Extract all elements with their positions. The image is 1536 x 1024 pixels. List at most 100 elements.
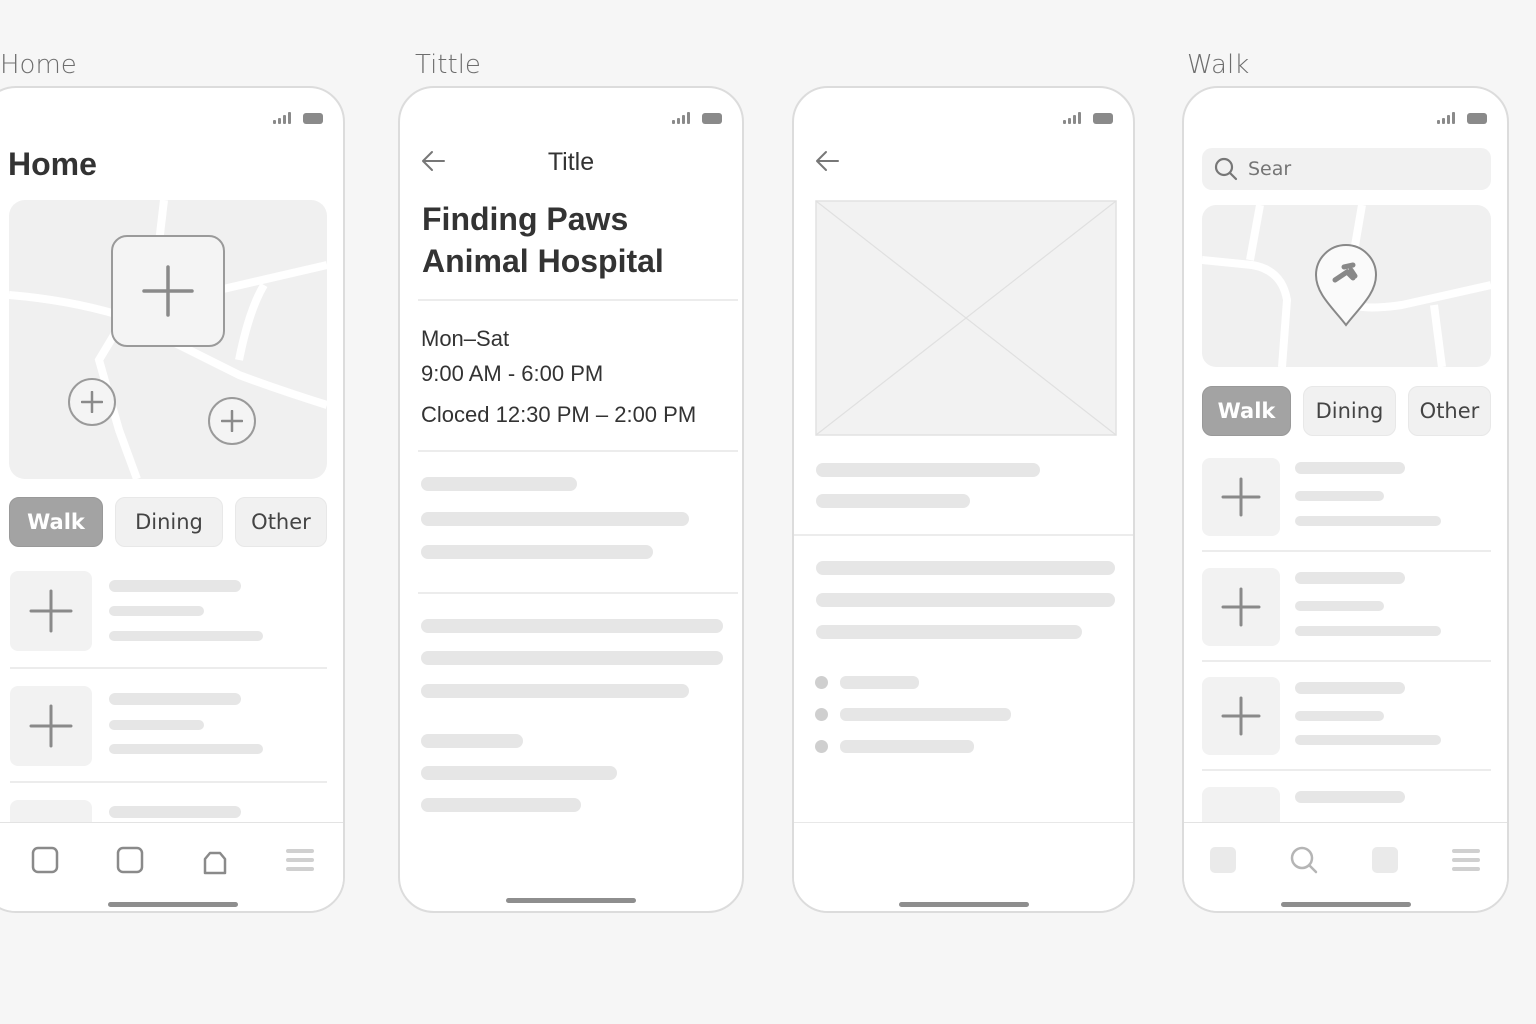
search-bar[interactable] xyxy=(1202,148,1491,190)
divider xyxy=(1202,550,1491,552)
add-pin-button[interactable] xyxy=(208,397,256,445)
phone-home-screen: Home Walk Dining Other xyxy=(0,86,345,913)
menu-icon[interactable] xyxy=(285,845,315,875)
chip-other[interactable]: Other xyxy=(235,497,327,547)
search-icon[interactable] xyxy=(1289,845,1319,875)
skeleton-line xyxy=(109,580,241,592)
skeleton-line xyxy=(1295,462,1405,474)
list-item-thumbnail[interactable] xyxy=(1202,677,1280,755)
status-bar xyxy=(1437,112,1487,124)
nav-title: Title xyxy=(547,148,595,176)
plus-icon xyxy=(1221,696,1261,736)
divider xyxy=(794,534,1133,536)
square-icon[interactable] xyxy=(1210,847,1237,873)
chip-dining[interactable]: Dining xyxy=(115,497,223,547)
signal-icon xyxy=(273,112,291,124)
skeleton-line xyxy=(1295,791,1405,803)
skeleton-line xyxy=(109,720,204,730)
square-icon[interactable] xyxy=(30,845,60,875)
list-item-thumbnail[interactable] xyxy=(1202,458,1280,536)
skeleton-line xyxy=(816,494,970,508)
home-indicator xyxy=(1280,902,1411,907)
skeleton-line xyxy=(421,684,689,698)
place-name: Finding Paws Animal Hospital xyxy=(422,198,664,282)
skeleton-line xyxy=(109,693,241,705)
add-pin-button[interactable] xyxy=(68,378,116,426)
menu-icon[interactable] xyxy=(1451,845,1481,875)
plus-icon xyxy=(29,704,73,748)
divider xyxy=(418,592,738,594)
opening-days: Mon–Sat xyxy=(421,326,510,351)
skeleton-line xyxy=(421,619,723,633)
status-bar xyxy=(1063,112,1113,124)
skeleton-line xyxy=(109,744,263,754)
map-pin-icon[interactable] xyxy=(1313,242,1379,328)
map-view[interactable] xyxy=(1202,205,1491,367)
add-location-button[interactable] xyxy=(111,235,225,347)
plus-icon xyxy=(1221,477,1261,517)
skeleton-line xyxy=(109,631,263,641)
skeleton-line xyxy=(840,708,1011,721)
bullet-dot xyxy=(815,676,828,689)
search-input[interactable] xyxy=(1248,158,1468,180)
skeleton-line xyxy=(421,512,689,526)
skeleton-line xyxy=(421,651,723,665)
home-indicator xyxy=(506,898,636,903)
battery-icon xyxy=(1093,112,1113,124)
battery-icon xyxy=(702,112,722,124)
bag-icon[interactable] xyxy=(200,845,230,875)
divider xyxy=(1202,660,1491,662)
list-item-thumbnail[interactable] xyxy=(1202,568,1280,646)
phone-detail-screen: Title Finding Paws Animal Hospital Mon–S… xyxy=(398,86,744,913)
skeleton-line xyxy=(1295,735,1441,745)
map-view[interactable] xyxy=(9,200,327,479)
divider xyxy=(418,299,738,301)
square-icon[interactable] xyxy=(1371,847,1398,873)
divider xyxy=(418,450,738,452)
signal-icon xyxy=(672,112,690,124)
home-indicator xyxy=(898,902,1029,907)
square-icon[interactable] xyxy=(115,845,145,875)
frame-label-home: Home xyxy=(0,50,77,80)
plus-icon xyxy=(142,265,194,317)
tab-bar xyxy=(794,822,1133,911)
closed-hours: Cloced 12:30 PM – 2:00 PM xyxy=(421,402,697,427)
phone-gallery-screen xyxy=(792,86,1135,913)
divider xyxy=(10,667,327,669)
list-item-thumbnail[interactable] xyxy=(10,571,92,651)
plus-icon xyxy=(29,589,73,633)
skeleton-line xyxy=(1295,711,1384,721)
plus-icon xyxy=(1221,587,1261,627)
skeleton-line xyxy=(109,806,241,818)
signal-icon xyxy=(1437,112,1455,124)
skeleton-line xyxy=(421,798,581,812)
battery-icon xyxy=(303,112,323,124)
image-placeholder xyxy=(815,200,1117,436)
signal-icon xyxy=(1063,112,1081,124)
tab-bar xyxy=(1184,822,1507,911)
list-item-thumbnail[interactable] xyxy=(10,686,92,766)
chip-dining[interactable]: Dining xyxy=(1303,386,1396,436)
skeleton-line xyxy=(1295,491,1384,501)
back-arrow-icon[interactable] xyxy=(814,148,840,174)
skeleton-line xyxy=(1295,601,1384,611)
chip-other[interactable]: Other xyxy=(1408,386,1491,436)
search-icon xyxy=(1214,157,1238,181)
plus-icon xyxy=(81,391,103,413)
bullet-dot xyxy=(815,740,828,753)
tab-bar xyxy=(0,822,343,911)
skeleton-line xyxy=(421,766,617,780)
divider xyxy=(1202,769,1491,771)
chip-walk[interactable]: Walk xyxy=(1202,386,1291,436)
phone-walk-screen: Walk Dining Other xyxy=(1182,86,1509,913)
divider xyxy=(10,781,327,783)
skeleton-line xyxy=(816,593,1115,607)
battery-icon xyxy=(1467,112,1487,124)
bullet-dot xyxy=(815,708,828,721)
skeleton-line xyxy=(1295,572,1405,584)
skeleton-line xyxy=(816,561,1115,575)
place-name-line2: Animal Hospital xyxy=(422,243,664,279)
chip-walk[interactable]: Walk xyxy=(9,497,103,547)
skeleton-line xyxy=(421,477,577,491)
skeleton-line xyxy=(840,676,919,689)
